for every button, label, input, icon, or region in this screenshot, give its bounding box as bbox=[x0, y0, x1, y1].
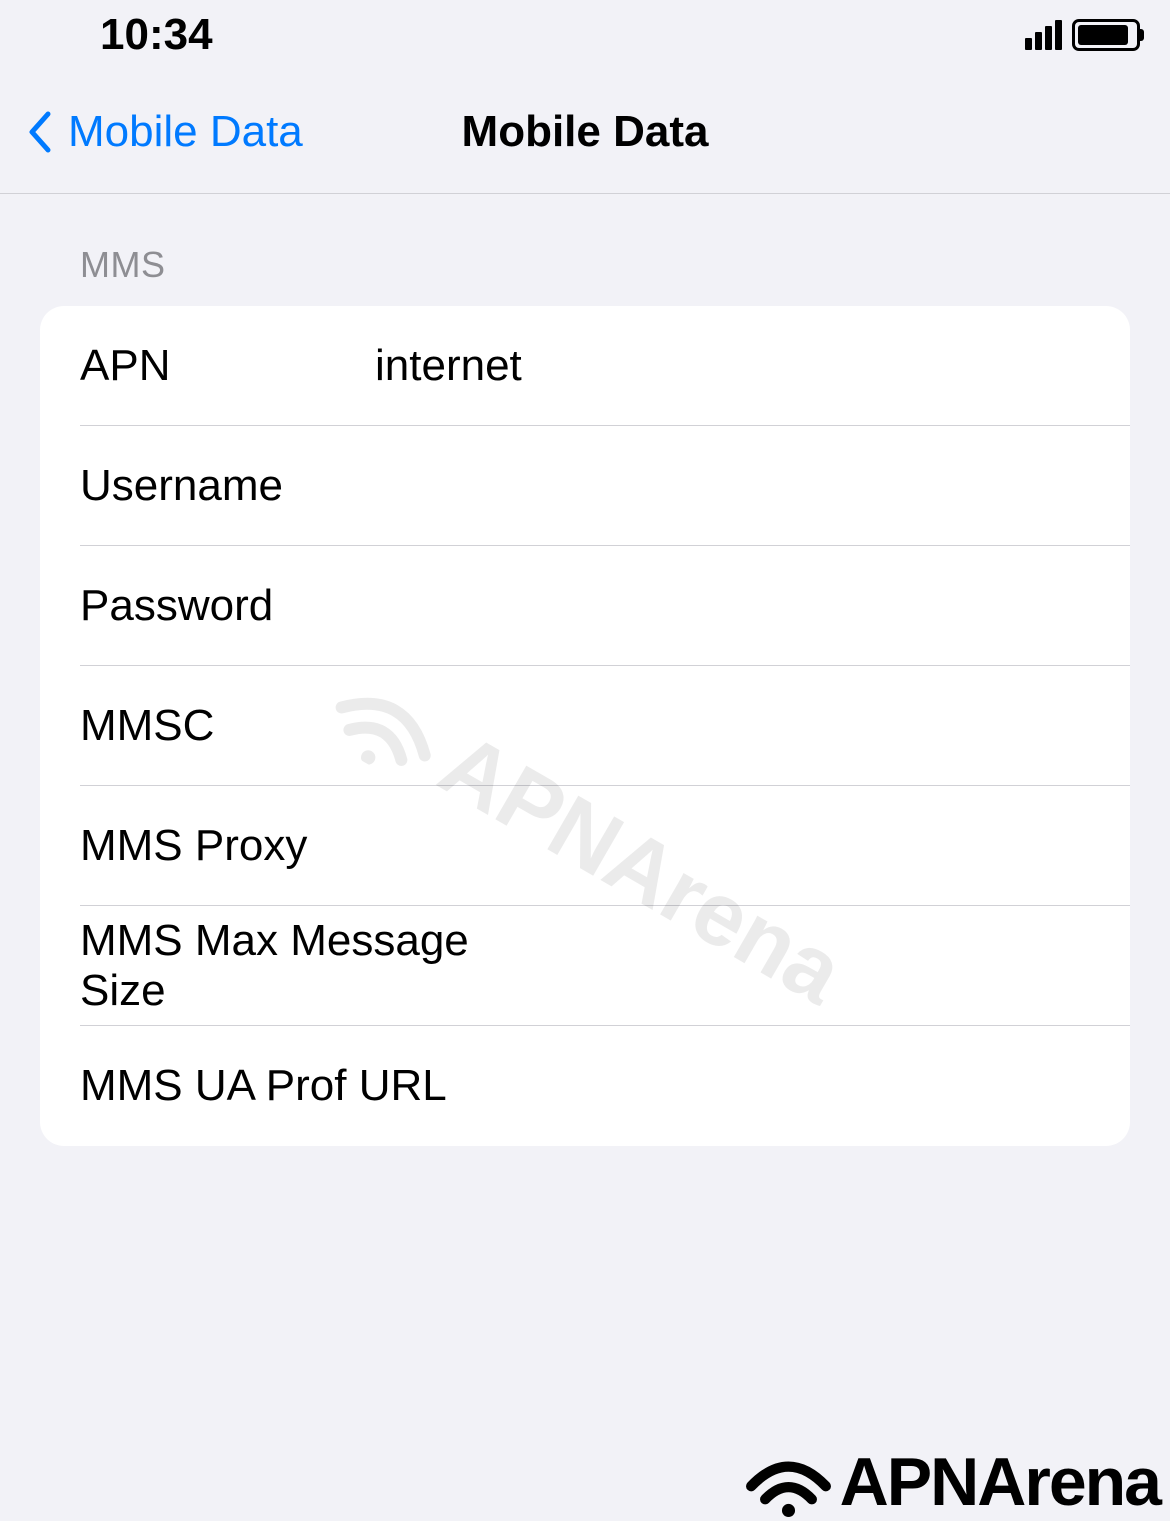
row-apn[interactable]: APN bbox=[40, 306, 1130, 426]
status-bar: 10:34 bbox=[0, 0, 1170, 70]
battery-icon bbox=[1072, 19, 1140, 51]
status-time: 10:34 bbox=[100, 10, 213, 60]
chevron-left-icon bbox=[20, 107, 60, 157]
label-mmsc: MMSC bbox=[80, 701, 375, 751]
row-mms-proxy[interactable]: MMS Proxy bbox=[40, 786, 1130, 906]
input-mms-proxy[interactable] bbox=[375, 821, 1090, 871]
label-username: Username bbox=[80, 461, 375, 511]
row-password[interactable]: Password bbox=[40, 546, 1130, 666]
input-password[interactable] bbox=[375, 581, 1090, 631]
label-apn: APN bbox=[80, 341, 375, 391]
back-button[interactable]: Mobile Data bbox=[0, 107, 303, 157]
cellular-signal-icon bbox=[1025, 20, 1062, 50]
row-mms-ua-prof[interactable]: MMS UA Prof URL bbox=[40, 1026, 1130, 1146]
row-mms-max-size[interactable]: MMS Max Message Size bbox=[40, 906, 1130, 1026]
footer-logo: APNArena bbox=[741, 1443, 1160, 1521]
content-area: MMS APN Username Password MMSC MMS Proxy bbox=[0, 194, 1170, 1146]
row-username[interactable]: Username bbox=[40, 426, 1130, 546]
input-mmsc[interactable] bbox=[375, 701, 1090, 751]
input-mms-ua-prof[interactable] bbox=[515, 1061, 1090, 1111]
input-mms-max-size[interactable] bbox=[515, 941, 1090, 991]
settings-group-mms: APN Username Password MMSC MMS Proxy MMS… bbox=[40, 306, 1130, 1146]
page-title: Mobile Data bbox=[462, 107, 709, 157]
label-mms-proxy: MMS Proxy bbox=[80, 821, 375, 871]
label-password: Password bbox=[80, 581, 375, 631]
input-username[interactable] bbox=[375, 461, 1090, 511]
input-apn[interactable] bbox=[375, 341, 1090, 391]
wifi-icon bbox=[741, 1447, 836, 1517]
label-mms-max-size: MMS Max Message Size bbox=[80, 916, 515, 1016]
back-label: Mobile Data bbox=[68, 107, 303, 157]
section-header-mms: MMS bbox=[40, 244, 1130, 306]
navigation-bar: Mobile Data Mobile Data bbox=[0, 70, 1170, 194]
footer-logo-text: APNArena bbox=[840, 1443, 1160, 1521]
status-indicators bbox=[1025, 19, 1140, 51]
label-mms-ua-prof: MMS UA Prof URL bbox=[80, 1061, 515, 1111]
row-mmsc[interactable]: MMSC bbox=[40, 666, 1130, 786]
